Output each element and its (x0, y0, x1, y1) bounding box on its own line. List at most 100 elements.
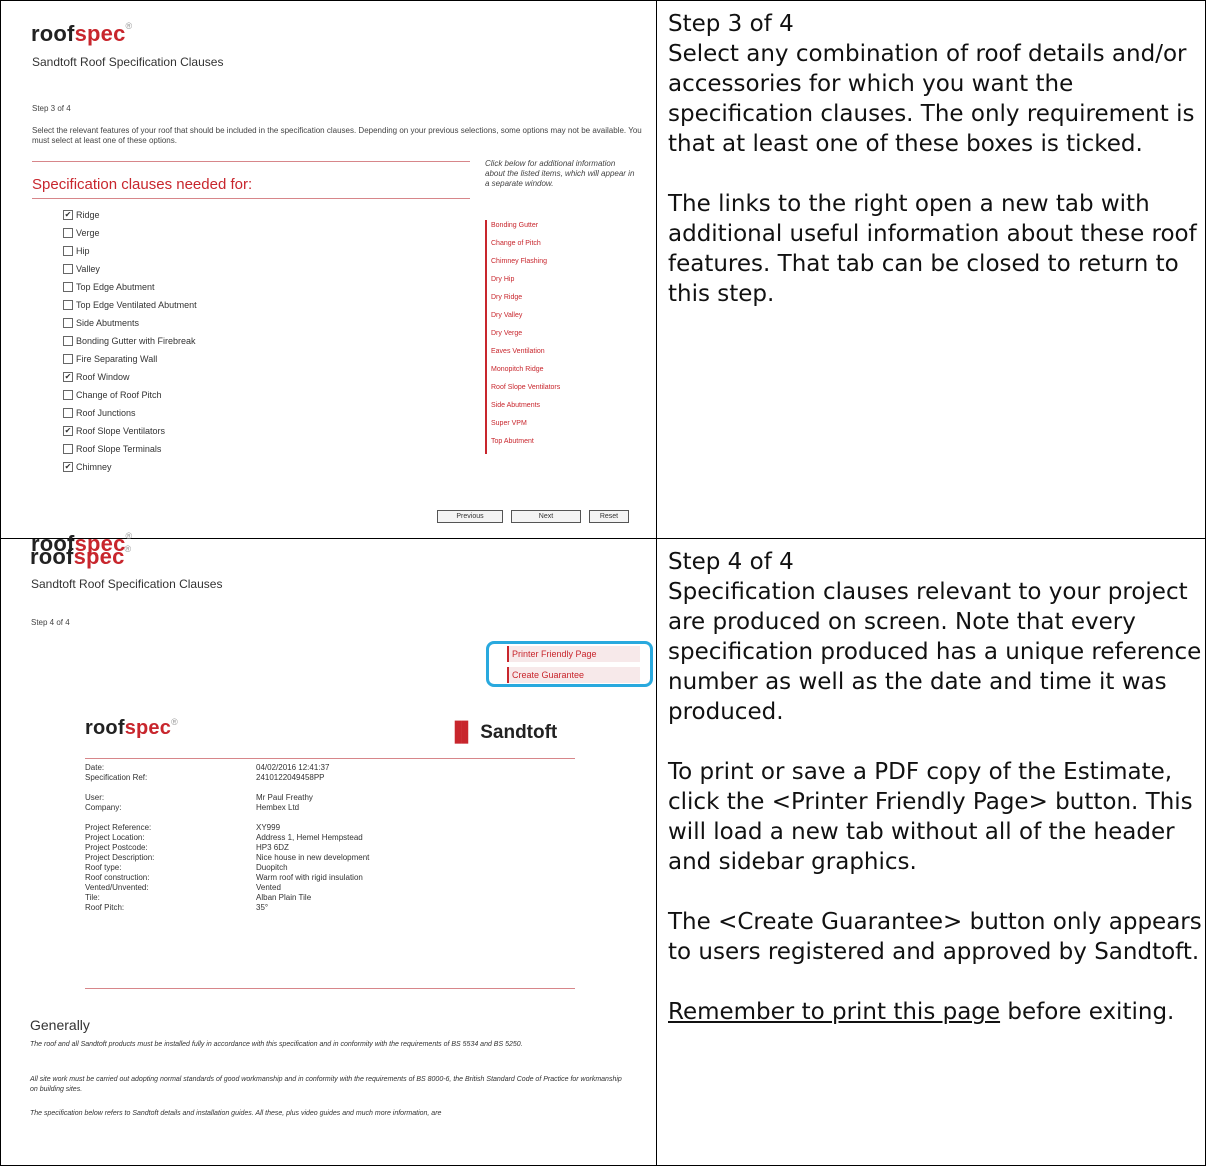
detail-value: Hembex Ltd (256, 803, 300, 812)
checkbox-label: Top Edge Ventilated Abutment (76, 300, 197, 310)
feature-checkbox[interactable]: Side Abutments (63, 314, 197, 332)
detail-key: Tile: (85, 893, 100, 902)
detail-value: Warm roof with rigid insulation (256, 873, 363, 882)
step4-remember: Remember to print this page before exiti… (668, 999, 1175, 1025)
info-link[interactable]: Eaves Ventilation (485, 346, 560, 364)
divider (85, 988, 575, 989)
detail-value: Nice house in new development (256, 853, 370, 862)
feature-checkbox[interactable]: Top Edge Abutment (63, 278, 197, 296)
info-link[interactable]: Change of Pitch (485, 238, 560, 256)
detail-value: Address 1, Hemel Hempstead (256, 833, 363, 842)
feature-checkbox[interactable]: Valley (63, 260, 197, 278)
info-link[interactable]: Dry Ridge (485, 292, 560, 310)
checked-box-icon[interactable]: ✔ (63, 210, 73, 220)
feature-checkbox[interactable]: Roof Slope Terminals (63, 440, 197, 458)
generally-heading: Generally (30, 1017, 90, 1033)
divider (32, 161, 470, 162)
checkbox-label: Top Edge Abutment (76, 282, 155, 292)
divider (32, 198, 470, 199)
reset-button[interactable]: Reset (589, 510, 629, 523)
unchecked-box-icon[interactable] (63, 390, 73, 400)
divider (85, 758, 575, 759)
nav-buttons: Previous Next Reset (437, 510, 629, 523)
feature-checkbox[interactable]: ✔ Chimney (63, 458, 197, 476)
checked-box-icon[interactable]: ✔ (63, 372, 73, 382)
feature-checkbox[interactable]: ✔ Roof Slope Ventilators (63, 422, 197, 440)
roofspec-logo: roofspec® (85, 717, 178, 739)
detail-key: Project Location: (85, 833, 145, 842)
checked-box-icon[interactable]: ✔ (63, 426, 73, 436)
checkbox-label: Verge (76, 228, 100, 238)
checkbox-label: Ridge (76, 210, 100, 220)
detail-key: Roof Pitch: (85, 903, 125, 912)
spec-paragraph: The specification below refers to Sandto… (30, 1110, 442, 1117)
info-link[interactable]: Side Abutments (485, 400, 560, 418)
feature-checkbox[interactable]: Top Edge Ventilated Abutment (63, 296, 197, 314)
detail-value: HP3 6DZ (256, 843, 289, 852)
info-link[interactable]: Super VPM (485, 418, 560, 436)
feature-checkbox[interactable]: ✔ Ridge (63, 206, 197, 224)
detail-value: Alban Plain Tile (256, 893, 312, 902)
step3-description-cell: Step 3 of 4 Select any combination of ro… (656, 0, 1206, 539)
detail-value: XY999 (256, 823, 281, 832)
unchecked-box-icon[interactable] (63, 228, 73, 238)
checkbox-label: Roof Window (76, 372, 130, 382)
step-label: Step 4 of 4 (31, 618, 70, 627)
page-subtitle: Sandtoft Roof Specification Clauses (31, 577, 223, 591)
info-link[interactable]: Dry Valley (485, 310, 560, 328)
step4-body2: To print or save a PDF copy of the Estim… (668, 759, 1193, 875)
feature-checkbox[interactable]: Change of Roof Pitch (63, 386, 197, 404)
unchecked-box-icon[interactable] (63, 300, 73, 310)
detail-value: Vented (256, 883, 281, 892)
unchecked-box-icon[interactable] (63, 408, 73, 418)
feature-checkbox[interactable]: Fire Separating Wall (63, 350, 197, 368)
feature-checkbox[interactable]: Bonding Gutter with Firebreak (63, 332, 197, 350)
detail-key: Company: (85, 803, 122, 812)
info-link[interactable]: Chimney Flashing (485, 256, 560, 274)
detail-key: Project Reference: (85, 823, 152, 832)
section-title: Specification clauses needed for: (32, 176, 253, 193)
unchecked-box-icon[interactable] (63, 444, 73, 454)
unchecked-box-icon[interactable] (63, 336, 73, 346)
spec-paragraph: The roof and all Sandtoft products must … (30, 1041, 523, 1048)
next-button[interactable]: Next (511, 510, 581, 523)
step4-body: Specification clauses relevant to your p… (668, 579, 1202, 725)
unchecked-box-icon[interactable] (63, 318, 73, 328)
checkbox-label: Change of Roof Pitch (76, 390, 162, 400)
info-link[interactable]: Dry Hip (485, 274, 560, 292)
detail-key: Roof construction: (85, 873, 150, 882)
detail-value: Mr Paul Freathy (256, 793, 313, 802)
spec-paragraph: All site work must be carried out adopti… (30, 1076, 622, 1093)
feature-checkbox[interactable]: Verge (63, 224, 197, 242)
feature-checkbox[interactable]: Roof Junctions (63, 404, 197, 422)
detail-key: Date: (85, 763, 105, 772)
unchecked-box-icon[interactable] (63, 354, 73, 364)
detail-value: Duopitch (256, 863, 288, 872)
roofspec-logo: roofspec® (31, 21, 133, 46)
detail-key: Vented/Unvented: (85, 883, 149, 892)
unchecked-box-icon[interactable] (63, 282, 73, 292)
feature-checkbox[interactable]: Hip (63, 242, 197, 260)
detail-key: Project Postcode: (85, 843, 148, 852)
info-link[interactable]: Roof Slope Ventilators (485, 382, 560, 400)
feature-checkbox[interactable]: ✔ Roof Window (63, 368, 197, 386)
info-link[interactable]: Dry Verge (485, 328, 560, 346)
step3-heading: Step 3 of 4 (668, 11, 794, 37)
checkbox-label: Roof Junctions (76, 408, 136, 418)
unchecked-box-icon[interactable] (63, 246, 73, 256)
checkbox-label: Roof Slope Terminals (76, 444, 162, 454)
info-link[interactable]: Top Abutment (485, 436, 560, 454)
sandtoft-mark-icon: ▐▌ (448, 722, 475, 743)
previous-button[interactable]: Previous (437, 510, 503, 523)
checkbox-label: Side Abutments (76, 318, 140, 328)
step-label: Step 3 of 4 (32, 104, 71, 113)
checkbox-label: Roof Slope Ventilators (76, 426, 166, 436)
info-link[interactable]: Monopitch Ridge (485, 364, 560, 382)
page-subtitle: Sandtoft Roof Specification Clauses (32, 55, 224, 69)
unchecked-box-icon[interactable] (63, 264, 73, 274)
detail-value: 04/02/2016 12:41:37 (256, 763, 330, 772)
step4-body3: The <Create Guarantee> button only appea… (668, 909, 1202, 965)
checked-box-icon[interactable]: ✔ (63, 462, 73, 472)
remember-link[interactable]: Remember to print this page (668, 999, 1000, 1025)
info-link[interactable]: Bonding Gutter (485, 220, 560, 238)
